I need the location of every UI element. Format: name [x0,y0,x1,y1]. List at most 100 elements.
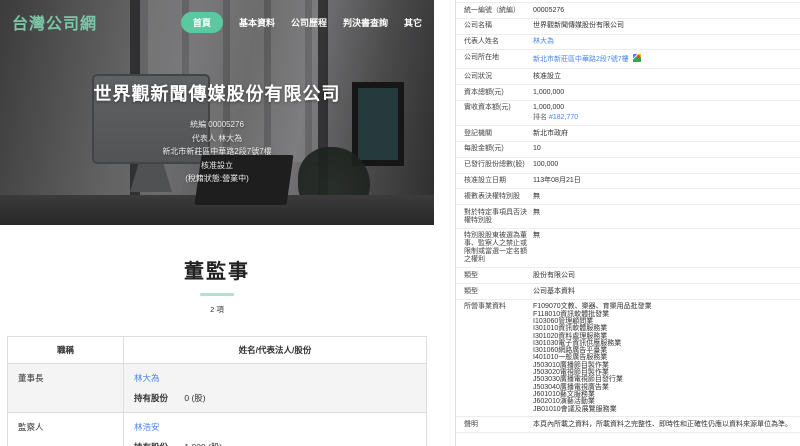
detail-label: 已發行股份總數(股) [464,161,525,169]
directors-section: 董監事 2 項 [0,225,434,315]
shares-value: 0 (股) [184,393,206,403]
hero-tax-id: 統編 00005276 [190,120,244,129]
detail-row-multiple-voting: 複數表決權特別股 無 [456,189,800,206]
detail-row-approval-date: 核准設立日期 113年08月21日 [456,174,800,190]
detail-row-veto-shares: 對於特定事項具否決權特別股 無 [456,205,800,229]
business-item: F118010資訊軟體批發業 [533,310,610,318]
detail-row-record-type: 類型 公司基本資料 [456,284,800,300]
detail-value: 00005276 [533,6,565,14]
detail-label: 登記機關 [464,129,492,137]
detail-value: 1,000,000 排名 #182,770 [533,104,800,121]
detail-row-registry-agency: 登記機關 新北市政府 [456,126,800,142]
detail-value: 新北市政府 [533,129,568,137]
nav-item-other[interactable]: 其它 [404,12,422,33]
nav-item-judgments[interactable]: 判決書查詢 [343,12,388,33]
registry-details-panel: 統一編號（統編） 00005276 公司名稱 世界觀新聞傳媒股份有限公司 代表人… [455,0,800,446]
detail-row-business-scope: 所營事業資料 F109070文教、樂器、育樂用品批發業 F118010資訊軟體批… [456,300,800,418]
detail-row-company-type: 類型 股份有限公司 [456,268,800,285]
detail-row-special-shares-restriction: 特別股股東被選為董事、監察人之禁止或限制或當選一定名額之權利 無 [456,229,800,269]
nav-item-home[interactable]: 首頁 [180,11,223,33]
detail-label: 複數表決權特別股 [464,192,520,200]
column-header-title: 職稱 [7,336,124,364]
detail-row-status: 公司狀況 核准設立 [456,69,800,86]
detail-value: 新北市新莊區中華路2段7號7樓 [533,53,800,65]
detail-label: 統一編號（統編） [464,6,520,14]
hero-representative: 代表人 林大為 [191,133,243,143]
main-nav: 首頁 基本資料 公司歷程 判決書查詢 其它 [180,11,422,33]
shares-value: 1,000 (股) [184,442,222,446]
director-title: 董事長 [18,373,44,383]
detail-row-price-per-share: 每股金額(元) 10 [456,142,800,158]
detail-row-total-capital: 資本總額(元) 1,000,000 [456,85,800,101]
director-name-link[interactable]: 林浩安 [134,421,416,433]
company-site-panel: 台灣公司網 首頁 基本資料 公司歷程 判決書查詢 其它 世界觀新聞傳媒股份有限公… [0,0,434,446]
detail-value: 世界觀新聞傳媒股份有限公司 [533,22,624,30]
company-name-title: 世界觀新聞傳媒股份有限公司 [93,84,341,104]
detail-value: 無 [533,208,540,216]
registry-details-table: 統一編號（統編） 00005276 公司名稱 世界觀新聞傳媒股份有限公司 代表人… [456,2,800,434]
detail-label: 聲明 [464,420,478,428]
detail-label: 代表人姓名 [464,38,499,46]
business-item: J503010廣播節目製作業 [533,361,609,369]
hero-address: 新北市新莊區中華路2段7號7樓 [162,147,272,156]
detail-row-issued-shares: 已發行股份總數(股) 100,000 [456,158,800,174]
rank-label: 排名 [533,113,547,121]
detail-label: 實收資本額(元) [464,104,511,112]
detail-label: 類型 [464,287,478,295]
hero-status: 核准設立 [201,160,233,170]
detail-value: 公司基本資料 [533,287,575,295]
detail-label: 類型 [464,271,478,279]
google-maps-icon[interactable] [632,53,641,65]
shares-line: 持有股份 0 (股) [134,392,416,404]
detail-label: 公司所在地 [464,53,499,61]
shares-line: 持有股份 1,000 (股) [134,441,416,446]
hero-section: 台灣公司網 首頁 基本資料 公司歷程 判決書查詢 其它 世界觀新聞傳媒股份有限公… [0,0,434,225]
directors-table: 職稱 姓名/代表法人/股份 董事長 林大為 持有股份 0 (股) 監察人 林浩安 [7,336,427,446]
business-item: J602010演藝活動業 [533,398,595,406]
site-header: 台灣公司網 首頁 基本資料 公司歷程 判決書查詢 其它 [0,0,434,34]
detail-value: 100,000 [533,161,559,169]
business-item: F109070文教、樂器、育樂用品批發業 [533,303,652,311]
detail-row-disclaimer: 聲明 本頁內所載之資料，所載資料之完整性、即時性和正確性仍應以資料來源單位為準。 [456,417,800,434]
page: 台灣公司網 首頁 基本資料 公司歷程 判決書查詢 其它 世界觀新聞傳媒股份有限公… [0,0,800,446]
business-item: I401010一般廣告服務業 [533,354,608,362]
detail-label: 公司狀況 [464,72,492,80]
detail-value: 1,000,000 [533,88,565,96]
table-row: 董事長 林大為 持有股份 0 (股) [7,363,427,413]
rank-link[interactable]: #182,770 [549,114,578,121]
column-header-person: 姓名/代表法人/股份 [123,336,427,364]
detail-value: 林大為 [533,38,800,46]
business-items-list: F109070文教、樂器、育樂用品批發業 F118010資訊軟體批發業 I103… [533,303,800,412]
disclaimer-text: 本頁內所載之資料，所載資料之完整性、即時性和正確性仍應以資料來源單位為準。 [533,420,792,428]
nav-item-history[interactable]: 公司歷程 [291,12,327,33]
directors-section-title: 董監事 [184,261,250,283]
detail-label: 核准設立日期 [464,177,506,185]
detail-label: 所營事業資料 [464,303,506,311]
panel-gap [434,0,455,446]
table-row: 監察人 林浩安 持有股份 1,000 (股) [7,412,427,446]
business-item: J503040廣播電視廣告業 [533,383,609,391]
site-logo[interactable]: 台灣公司網 [12,10,97,34]
business-item: J503030廣播電視節目發行業 [533,376,623,384]
rank-line: 排名 #182,770 [533,114,792,122]
detail-label: 資本總額(元) [464,88,504,96]
business-item: I301020資料處理服務業 [533,332,608,340]
detail-label: 公司名稱 [464,22,492,30]
directors-table-header-row: 職稱 姓名/代表法人/股份 [7,336,427,364]
paid-in-capital-value: 1,000,000 [533,104,565,112]
directors-count: 2 項 [210,305,224,314]
detail-value: 113年08月21日 [533,177,581,185]
detail-row-tax-id: 統一編號（統編） 00005276 [456,3,800,19]
representative-link[interactable]: 林大為 [533,38,554,45]
hero-content: 世界觀新聞傳媒股份有限公司 統編 00005276 代表人 林大為 新北市新莊區… [0,80,434,183]
shares-label: 持有股份 [134,442,168,446]
detail-label: 每股金額(元) [464,145,504,153]
detail-label: 特別股股東被選為董事、監察人之禁止或限制或當選一定名額之權利 [464,232,527,263]
detail-value: 股份有限公司 [533,271,575,279]
nav-item-basic-info[interactable]: 基本資料 [239,12,275,33]
director-name-link[interactable]: 林大為 [134,372,416,384]
address-link[interactable]: 新北市新莊區中華路2段7號7樓 [533,56,629,63]
detail-value: 無 [533,192,540,200]
detail-row-representative: 代表人姓名 林大為 [456,35,800,51]
hero-tax-status: (稅籍狀態:營業中) [185,174,249,183]
